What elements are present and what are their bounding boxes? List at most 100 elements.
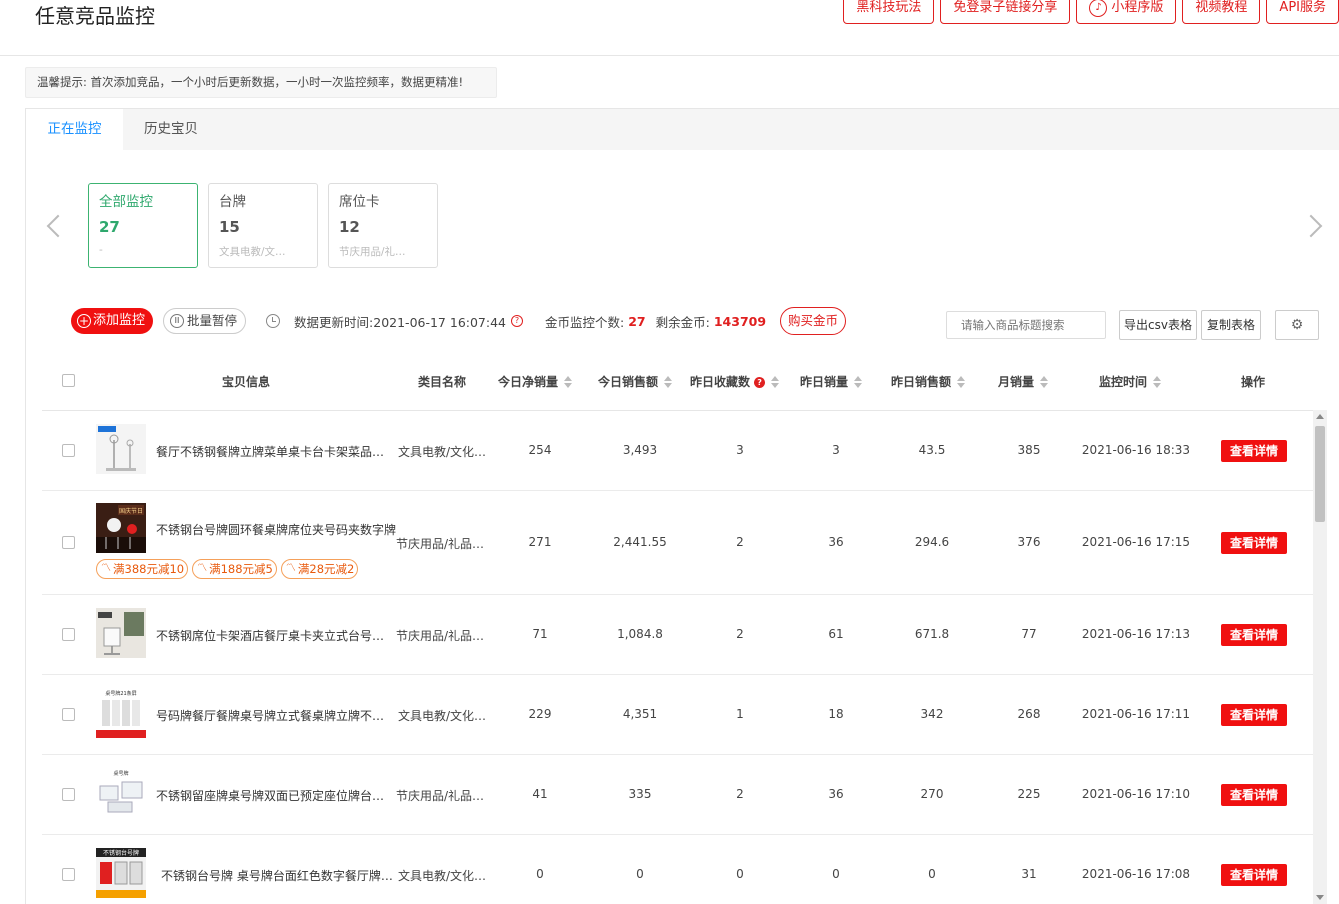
- view-details-button[interactable]: 查看详情: [1221, 624, 1287, 646]
- product-thumbnail[interactable]: 不锈钢台号牌: [96, 848, 146, 898]
- yesterday-sales-cell: 36: [828, 787, 844, 801]
- sort-icon[interactable]: [1040, 376, 1049, 388]
- coupon-badge: 〽满188元减5: [192, 559, 277, 579]
- today-revenue-cell: 335: [628, 787, 652, 801]
- category-cell: 文具电教/文化用品: [398, 445, 490, 459]
- category-cell: 文具电教/文化用品: [398, 869, 490, 883]
- row-checkbox[interactable]: [62, 788, 75, 801]
- header-yesterday-sales[interactable]: 昨日销量: [800, 362, 863, 402]
- view-details-button[interactable]: 查看详情: [1221, 784, 1287, 806]
- view-details-button[interactable]: 查看详情: [1221, 440, 1287, 462]
- table-row: 国庆节日 不锈钢台号牌圆环餐桌牌席位夹号码夹数字牌 〽满388元减10 〽满18…: [42, 491, 1313, 595]
- black-tech-button[interactable]: 黑科技玩法: [843, 0, 935, 24]
- row-checkbox[interactable]: [62, 444, 75, 457]
- share-link-button[interactable]: 免登录子链接分享: [940, 0, 1071, 24]
- category-cell: 节庆用品/礼品/婚庆: [396, 537, 488, 551]
- today-net-sales-cell: 71: [532, 627, 548, 641]
- sort-icon[interactable]: [564, 376, 573, 388]
- view-details-button[interactable]: 查看详情: [1221, 864, 1287, 886]
- product-title[interactable]: 不锈钢留座牌桌号牌双面已预定座位牌台卡桌卡: [156, 787, 396, 804]
- header-monitor-time[interactable]: 监控时间: [1099, 362, 1162, 402]
- category-card-seat-card[interactable]: 席位卡 12 节庆用品/礼…: [328, 183, 438, 268]
- help-icon[interactable]: ?: [511, 315, 524, 327]
- monitor-time-cell: 2021-06-16 17:11: [1081, 707, 1191, 721]
- monthly-sales-cell: 225: [1017, 787, 1041, 801]
- help-icon[interactable]: ?: [754, 376, 766, 388]
- batch-pause-button[interactable]: II 批量暂停: [163, 308, 247, 334]
- sort-icon[interactable]: [854, 376, 863, 388]
- category-card-table-sign[interactable]: 台牌 15 文具电教/文…: [208, 183, 318, 268]
- plus-circle-icon: +: [77, 314, 91, 328]
- header-yesterday-favs[interactable]: 昨日收藏数?: [690, 362, 780, 402]
- today-net-sales-cell: 229: [528, 707, 552, 721]
- product-title[interactable]: 号码牌餐厅餐牌桌号牌立式餐桌牌立牌不锈钢台卡: [156, 707, 396, 724]
- sort-icon[interactable]: [1153, 376, 1162, 388]
- select-all-checkbox[interactable]: [62, 374, 75, 387]
- monitor-toolbar: + 添加监控 II 批量暂停 数据更新时间:2021-06-17 16:07:44 …: [71, 307, 847, 335]
- product-thumbnail[interactable]: [96, 424, 146, 474]
- monitor-time-cell: 2021-06-16 18:33: [1081, 443, 1191, 457]
- card-title: 全部监控: [99, 194, 153, 210]
- product-title[interactable]: 不锈钢席位卡架酒店餐厅桌卡夹立式台号牌座位牌: [156, 627, 396, 644]
- scroll-down-icon[interactable]: [1316, 895, 1324, 900]
- header-today-revenue[interactable]: 今日销售额: [598, 362, 673, 402]
- yesterday-sales-cell: 36: [828, 535, 844, 549]
- clock-icon: [266, 314, 281, 328]
- tab-monitoring[interactable]: 正在监控: [26, 109, 123, 151]
- tab-bar: 正在监控 历史宝贝: [25, 108, 1339, 151]
- header-today-net-sales[interactable]: 今日净销量: [498, 362, 573, 402]
- svg-text:桌号牌: 桌号牌: [113, 770, 128, 777]
- product-thumbnail[interactable]: 桌号牌21条屏: [96, 688, 146, 738]
- category-cell: 节庆用品/礼品/婚庆: [396, 629, 488, 643]
- add-monitor-button[interactable]: + 添加监控: [71, 308, 154, 334]
- table-row: 桌号牌21条屏 号码牌餐厅餐牌桌号牌立式餐桌牌立牌不锈钢台卡 文具电教/文化用品…: [42, 675, 1313, 755]
- yesterday-revenue-cell: 0: [928, 867, 936, 881]
- monitor-time-cell: 2021-06-16 17:15: [1081, 535, 1191, 549]
- copy-table-button[interactable]: 复制表格: [1201, 310, 1261, 340]
- pause-circle-icon: II: [170, 314, 185, 328]
- sort-icon[interactable]: [771, 376, 780, 388]
- yesterday-favs-cell: 3: [736, 443, 744, 457]
- api-service-button[interactable]: API服务: [1266, 0, 1339, 24]
- card-count: 15: [219, 218, 240, 236]
- today-revenue-cell: 4,351: [622, 707, 658, 721]
- category-card-all[interactable]: 全部监控 27 -: [88, 183, 198, 268]
- miniprogram-button[interactable]: ♪ 小程序版: [1076, 0, 1177, 24]
- row-checkbox[interactable]: [62, 868, 75, 881]
- sort-icon[interactable]: [957, 376, 966, 388]
- table-scrollbar[interactable]: [1313, 410, 1327, 904]
- view-details-button[interactable]: 查看详情: [1221, 532, 1287, 554]
- product-title[interactable]: 不锈钢台号牌 桌号牌台面红色数字餐厅牌号码牌: [161, 867, 401, 884]
- monitor-time-cell: 2021-06-16 17:08: [1081, 867, 1191, 881]
- coin-count-label: 金币监控个数:: [545, 314, 625, 330]
- svg-text:国庆节日: 国庆节日: [119, 507, 143, 515]
- row-checkbox[interactable]: [62, 536, 75, 549]
- buy-coins-button[interactable]: 购买金币: [780, 307, 847, 335]
- header-monthly-sales[interactable]: 月销量: [998, 362, 1049, 402]
- row-checkbox[interactable]: [62, 708, 75, 721]
- yesterday-sales-cell: 61: [828, 627, 844, 641]
- product-thumbnail[interactable]: [96, 608, 146, 658]
- product-title[interactable]: 不锈钢台号牌圆环餐桌牌席位夹号码夹数字牌: [156, 521, 396, 538]
- export-csv-button[interactable]: 导出csv表格: [1119, 310, 1197, 340]
- sort-icon[interactable]: [664, 376, 673, 388]
- coupon-badge: 〽满28元减2: [280, 559, 359, 579]
- product-search-input[interactable]: [946, 311, 1106, 339]
- page-header: 任意竞品监控 黑科技玩法 免登录子链接分享 ♪ 小程序版 视频教程 API服务: [0, 0, 1339, 56]
- tab-history[interactable]: 历史宝贝: [123, 109, 219, 151]
- settings-gear-icon[interactable]: ⚙: [1275, 310, 1319, 340]
- product-thumbnail[interactable]: 桌号牌: [96, 768, 146, 818]
- monitor-time-cell: 2021-06-16 17:10: [1081, 787, 1191, 801]
- header-yesterday-revenue[interactable]: 昨日销售额: [891, 362, 966, 402]
- scroll-up-icon[interactable]: [1316, 414, 1324, 419]
- row-checkbox[interactable]: [62, 628, 75, 641]
- product-thumbnail[interactable]: 国庆节日: [96, 503, 146, 553]
- video-tutorial-button[interactable]: 视频教程: [1182, 0, 1261, 24]
- card-subtitle: 文具电教/文…: [219, 246, 286, 258]
- card-subtitle: 节庆用品/礼…: [339, 246, 406, 258]
- view-details-button[interactable]: 查看详情: [1221, 704, 1287, 726]
- warm-tip-banner: 温馨提示: 首次添加竞品，一个小时后更新数据，一小时一次监控频率，数据更精准!: [25, 67, 497, 98]
- scrollbar-thumb[interactable]: [1315, 426, 1325, 522]
- product-title[interactable]: 餐厅不锈钢餐牌立牌菜单桌卡台卡架菜品价格牌: [156, 443, 396, 460]
- card-count: 12: [339, 218, 360, 236]
